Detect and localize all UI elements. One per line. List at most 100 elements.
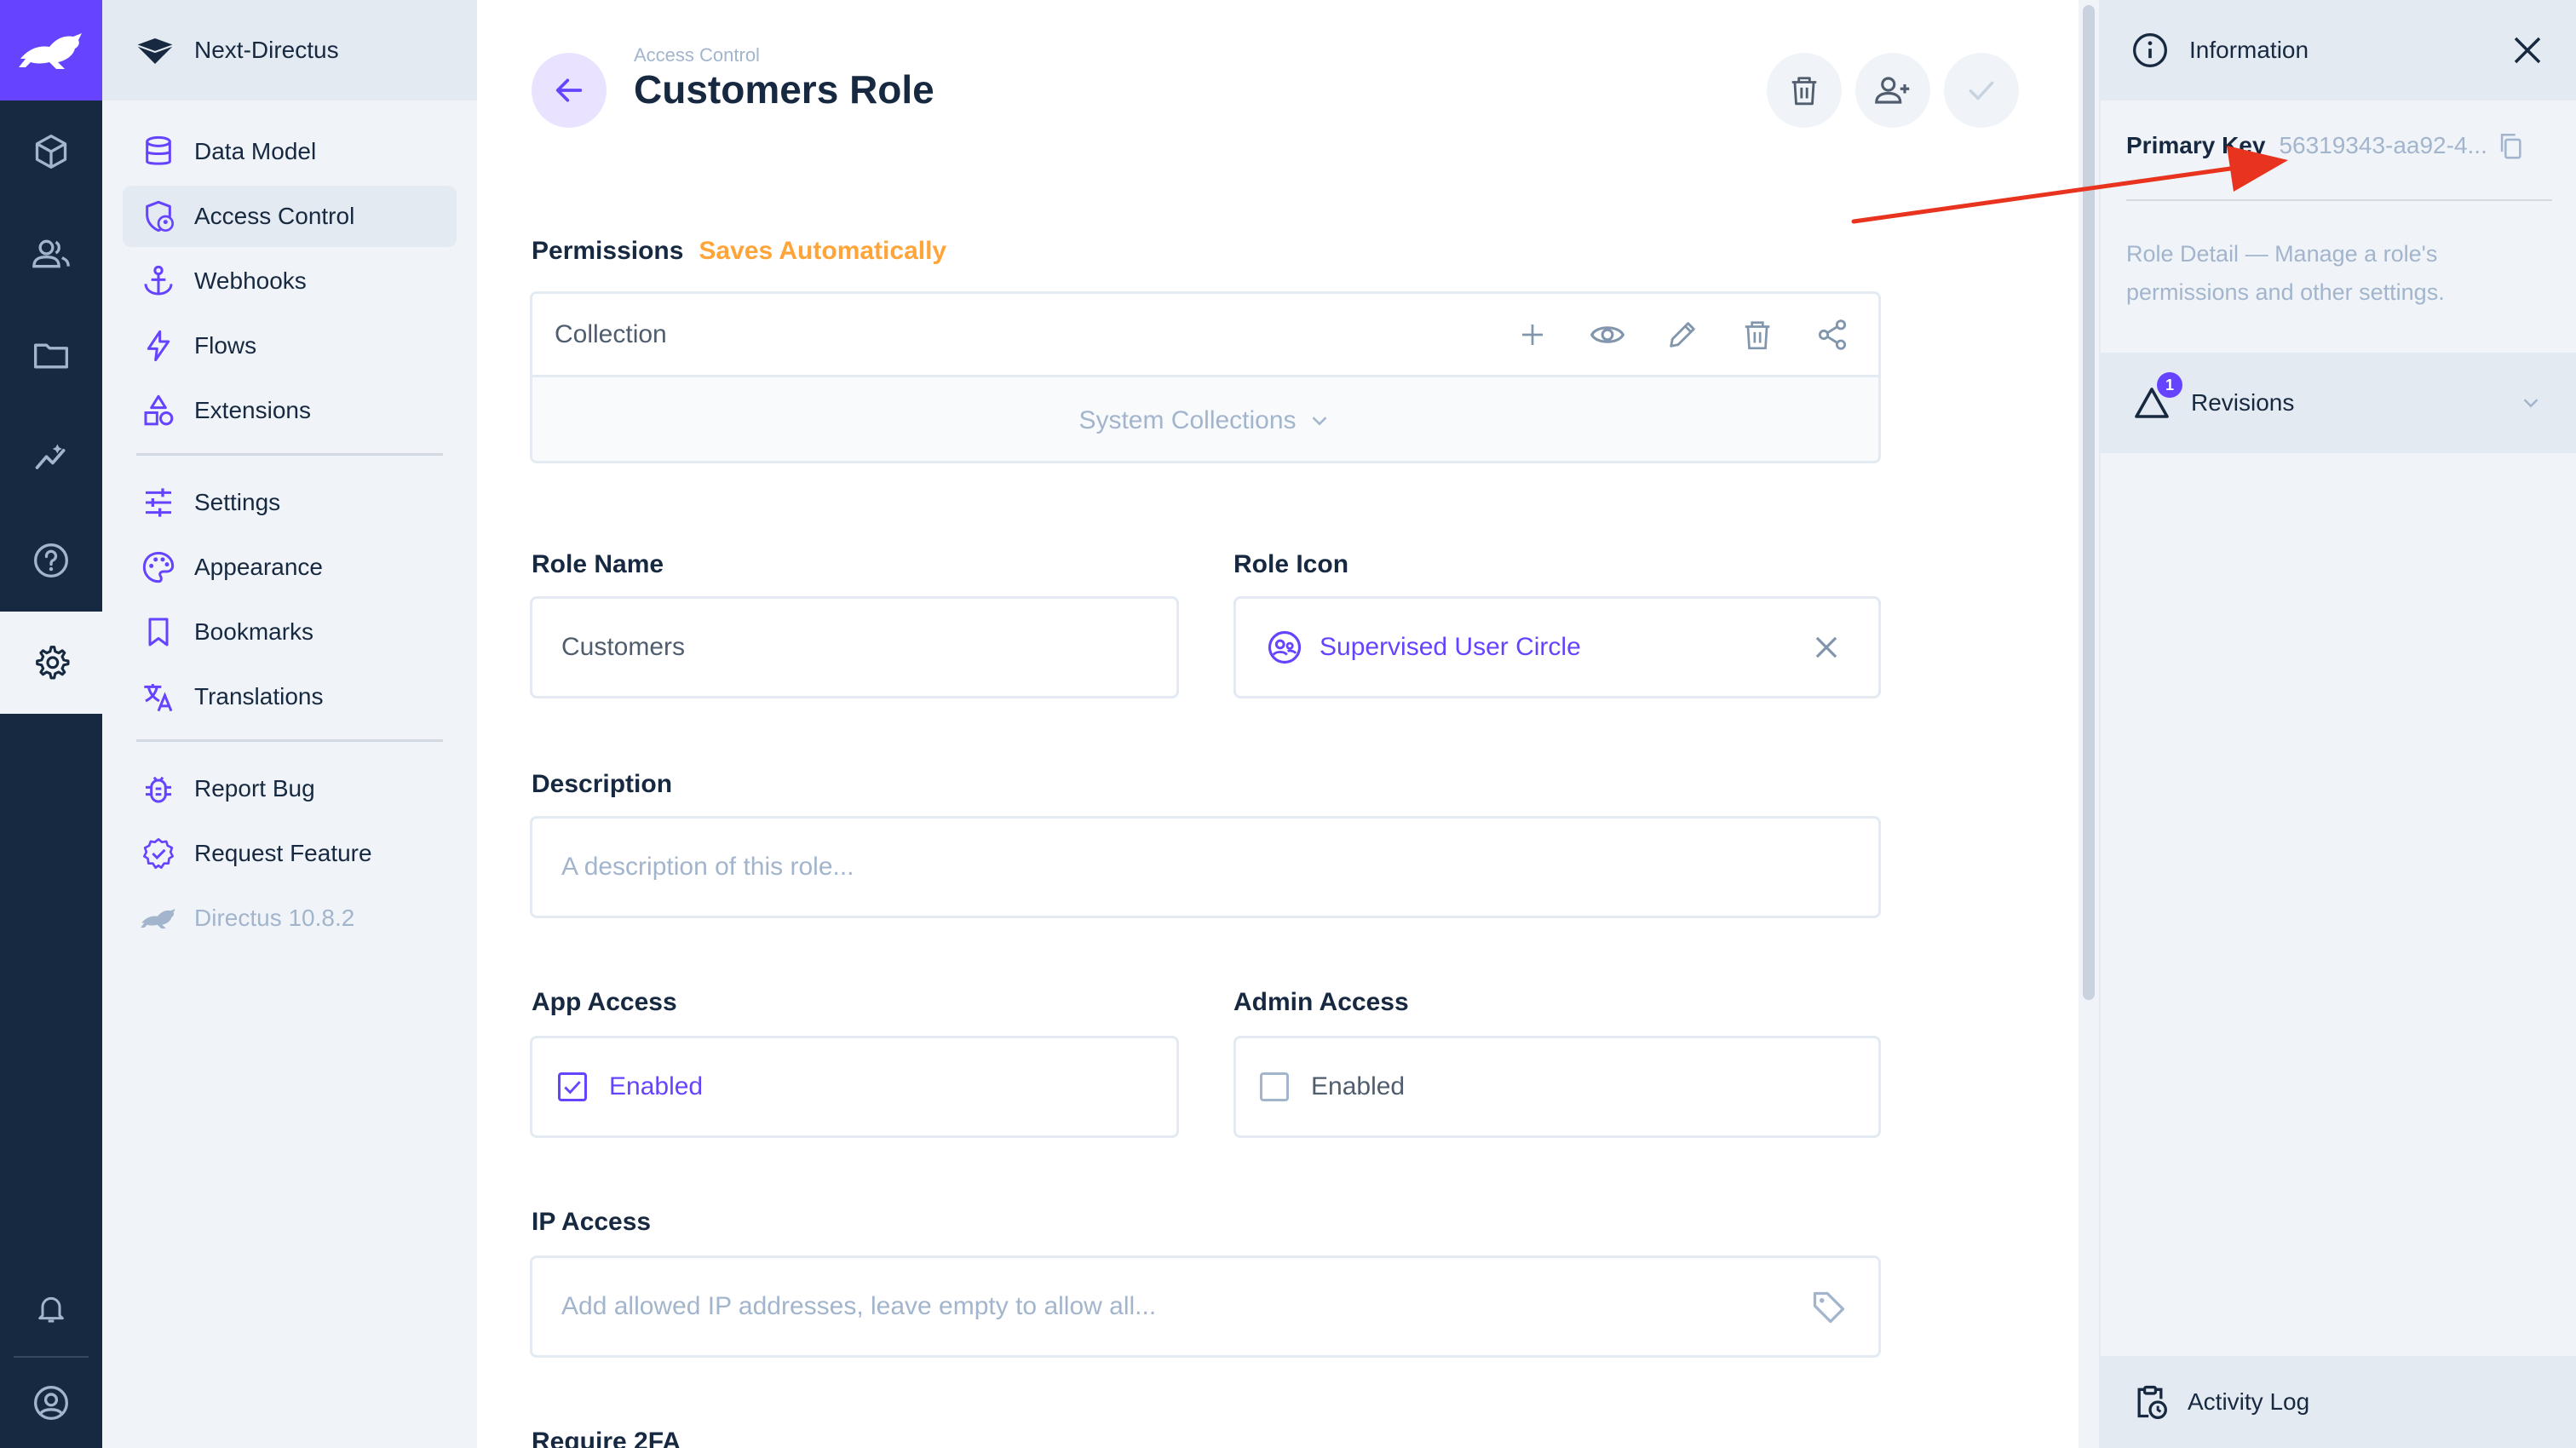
system-collections-toggle[interactable]: System Collections (532, 377, 1878, 461)
permissions-table: Collection System Collections (530, 291, 1881, 463)
collection-column-header: Collection (555, 319, 667, 348)
role-detail-title: Role Detail (2126, 241, 2240, 267)
revisions-section[interactable]: 1 Revisions (2101, 353, 2576, 453)
ip-access-input[interactable]: Add allowed IP addresses, leave empty to… (530, 1256, 1881, 1358)
supervised-user-circle-icon (1268, 630, 1302, 664)
project-header[interactable]: Next-Directus (102, 0, 477, 101)
admin-access-label: Admin Access (1233, 988, 1409, 1016)
role-icon-select[interactable]: Supervised User Circle (1233, 596, 1881, 698)
nav-item-label: Webhooks (194, 267, 307, 294)
app-access-checkbox[interactable]: Enabled (530, 1036, 1179, 1138)
invite-user-button[interactable] (1855, 53, 1930, 128)
content-module-button[interactable] (0, 101, 102, 203)
project-name: Next-Directus (194, 37, 339, 63)
create-permission-icon[interactable] (1512, 314, 1553, 355)
directus-rabbit-icon (140, 899, 177, 937)
breadcrumb[interactable]: Access Control (634, 44, 760, 66)
bolt-icon (140, 327, 177, 365)
nav-item-webhooks[interactable]: Webhooks (123, 250, 457, 312)
notifications-button[interactable] (0, 1257, 102, 1359)
read-permission-icon[interactable] (1587, 314, 1628, 355)
check-icon (1969, 81, 1994, 101)
scrollbar-thumb[interactable] (2083, 5, 2095, 1000)
page-title: Customers Role (634, 67, 934, 112)
permissions-title: Permissions (532, 237, 684, 265)
people-icon (32, 239, 70, 268)
files-module-button[interactable] (0, 305, 102, 407)
main-scrollbar[interactable] (2079, 0, 2099, 1448)
directus-rabbit-icon (19, 33, 82, 69)
close-icon[interactable] (2510, 32, 2545, 68)
back-button[interactable] (532, 53, 607, 128)
information-title: Information (2189, 37, 2309, 63)
insights-module-button[interactable] (0, 407, 102, 509)
nav-item-label: Directus 10.8.2 (194, 905, 355, 931)
role-name-input[interactable]: Customers (530, 596, 1179, 698)
activity-log-button[interactable]: Activity Log (2101, 1356, 2576, 1448)
delete-permission-icon[interactable] (1737, 314, 1778, 355)
primary-key-label: Primary Key (2126, 132, 2266, 158)
users-module-button[interactable] (0, 203, 102, 305)
permissions-label: Permissions Saves Automatically (532, 237, 946, 266)
nav-item-label: Flows (194, 332, 257, 359)
nav-item-label: Translations (194, 683, 324, 710)
permission-actions (1512, 314, 1853, 355)
nav-item-appearance[interactable]: Appearance (123, 537, 457, 598)
primary-key-row: Primary Key 56319343-aa92-4... (2126, 128, 2552, 164)
copy-icon[interactable] (2496, 131, 2525, 160)
clipboard-clock-icon (2137, 1385, 2167, 1419)
nav-item-request-feature[interactable]: Request Feature (123, 823, 457, 884)
category-icon (140, 392, 177, 429)
bell-icon (38, 1296, 64, 1323)
nav-item-extensions[interactable]: Extensions (123, 380, 457, 441)
chevron-down-icon (1312, 416, 1326, 426)
gear-icon (36, 646, 70, 680)
revisions-count-badge: 1 (2157, 372, 2182, 398)
nav-item-report-bug[interactable]: Report Bug (123, 758, 457, 819)
nav-item-translations[interactable]: Translations (123, 666, 457, 727)
ip-access-placeholder: Add allowed IP addresses, leave empty to… (561, 1292, 1157, 1320)
bug-icon (140, 770, 177, 807)
nav-item-label: Report Bug (194, 775, 315, 802)
share-permission-icon[interactable] (1812, 314, 1853, 355)
box-icon (35, 135, 67, 169)
docs-module-button[interactable] (0, 509, 102, 612)
nav-item-version[interactable]: Directus 10.8.2 (123, 888, 457, 949)
nav-item-access-control[interactable]: Access Control (123, 186, 457, 247)
role-detail-text: Role Detail — Manage a role's permission… (2126, 235, 2535, 312)
translate-icon (140, 678, 177, 715)
description-label: Description (532, 770, 673, 798)
delete-role-button[interactable] (1767, 53, 1842, 128)
settings-navigation: Next-Directus Data Model Access Control … (102, 0, 477, 1448)
folder-icon (34, 343, 68, 369)
trash-icon (1791, 77, 1817, 106)
user-account-button[interactable] (0, 1358, 102, 1448)
tune-icon (140, 484, 177, 521)
nav-item-settings[interactable]: Settings (123, 472, 457, 533)
insights-icon (35, 444, 66, 469)
ip-access-label: IP Access (532, 1208, 652, 1236)
information-header[interactable]: Information (2101, 0, 2576, 101)
nav-item-bookmarks[interactable]: Bookmarks (123, 601, 457, 663)
admin-shield-icon (140, 198, 177, 235)
account-circle-icon (34, 1386, 68, 1420)
admin-access-checkbox[interactable]: Enabled (1233, 1036, 1881, 1138)
nav-item-flows[interactable]: Flows (123, 315, 457, 376)
module-bar (0, 0, 102, 1448)
update-permission-icon[interactable] (1662, 314, 1703, 355)
checkbox-unchecked-icon (1260, 1072, 1289, 1101)
save-button[interactable] (1944, 53, 2019, 128)
palette-icon (140, 549, 177, 586)
directus-logo[interactable] (0, 0, 102, 101)
nav-divider (136, 453, 443, 456)
system-collections-label: System Collections (1078, 405, 1297, 434)
description-input[interactable]: A description of this role... (530, 816, 1881, 918)
verified-icon (140, 835, 177, 872)
settings-module-button[interactable] (0, 612, 102, 714)
nav-item-label: Access Control (194, 203, 355, 229)
admin-access-option: Enabled (1311, 1072, 1406, 1100)
clear-icon[interactable] (1810, 631, 1843, 664)
checkbox-checked-icon (558, 1072, 587, 1101)
nav-item-data-model[interactable]: Data Model (123, 121, 457, 182)
nav-item-label: Data Model (194, 138, 317, 164)
